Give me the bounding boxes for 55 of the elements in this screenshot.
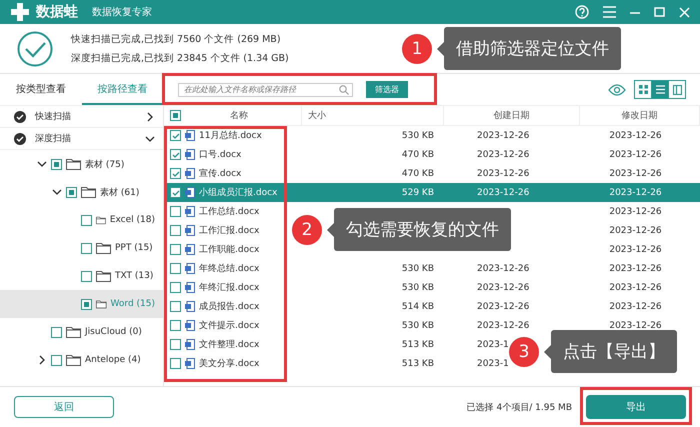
file-name: 文件提示.docx [199,320,260,332]
step-tooltip: 勾选需要恢复的文件 [327,208,511,251]
file-size: 530 KB [402,130,434,140]
file-size: 513 KB [402,340,434,350]
modified-date: 2023-12-26 [609,264,662,274]
app-subtitle: 数据恢复专家 [92,6,152,19]
file-size: 470 KB [402,168,434,178]
file-name: 年终总结.docx [199,262,260,275]
file-name: 工作总结.docx [199,206,260,218]
created-date: 2023-12-26 [477,168,530,178]
file-name: 美文分享.docx [199,358,260,370]
file-name: 小组成员汇报.docx [199,186,278,199]
file-name: 成员报告.docx [199,300,260,313]
file-name: 文件整理.docx [199,338,260,351]
scan-result-text: 深度扫描已完成,已找到 23845 个文件 (1.34 GB) [71,52,289,64]
modified-date: 2023-12-26 [609,282,662,292]
modified-date: 2023-12-26 [609,320,662,330]
created-date: 2023-12-26 [477,150,530,160]
file-name: 宣传.docx [199,168,242,180]
modified-date: 2023-12-26 [609,244,662,254]
created-date: 2023-12-26 [477,188,530,198]
step-number-badge: 1 [402,34,432,64]
file-size: 530 KB [402,282,434,292]
file-size: 514 KB [402,302,434,312]
modified-date: 2023-12-26 [609,130,662,140]
step-number-badge: 3 [509,336,539,366]
file-size: 470 KB [402,150,434,160]
file-name: 工作汇报.docx [199,224,260,237]
selection-status: 已选择 4个项目/ 1.95 MB [466,402,572,414]
step-tooltip: 借助筛选器定位文件 [437,27,621,70]
file-size: 530 KB [402,264,434,274]
modified-date: 2023-12-26 [609,302,662,312]
file-name: 工作职能.docx [199,244,260,256]
modified-date: 2023-12-26 [609,188,662,198]
modified-date: 2023-12-26 [609,226,662,236]
file-size: 513 KB [402,358,434,368]
created-date: 2023-12-26 [477,320,530,330]
modified-date: 2023-12-26 [609,150,662,160]
created-date: 2023-1 [477,340,509,350]
created-date: 2023-1 [477,358,509,368]
created-date: 2023-12-26 [477,282,530,292]
file-name: 11月总结.docx [199,130,262,142]
step-tooltip: 点击【导出】 [544,330,677,373]
file-size: 529 KB [402,188,434,198]
modified-date: 2023-12-26 [609,206,662,216]
created-date: 2023-12-26 [477,130,530,140]
created-date: 2023-12-26 [477,264,530,274]
file-name: 年终汇报.docx [199,282,260,294]
modified-date: 2023-12-26 [609,168,662,178]
step-number-badge: 2 [292,214,322,244]
app-name: 数据蛙 [36,3,78,21]
scan-result-text: 快速扫描已完成,已找到 7560 个文件 (269 MB) [71,32,282,46]
file-name: 口号.docx [199,149,242,161]
created-date: 2023-12-26 [477,302,530,312]
file-size: 530 KB [402,320,434,330]
